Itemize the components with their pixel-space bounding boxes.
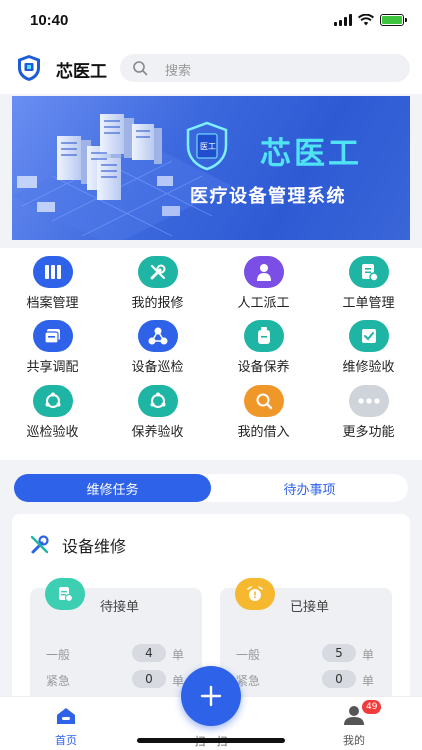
pending-title: 待接单 [100,600,140,615]
grid-label: 设备巡检 [131,360,184,375]
accepted-row-urgent: 紧急 0 单 [220,670,392,690]
grid-item-my-borrow[interactable]: 我的借入 [211,385,316,440]
home-indicator [137,738,285,743]
wifi-icon [358,14,374,26]
scan-button[interactable] [181,666,241,726]
grid-label: 档案管理 [26,296,79,311]
worker-icon [243,256,284,288]
banner[interactable]: 医工 芯医工 医疗设备管理系统 [12,96,410,240]
share-icon [32,320,73,352]
cycle-icon [137,385,178,417]
grid-label: 巡检验收 [26,425,79,440]
app-logo-icon [18,55,40,81]
nav-home-label: 首页 [55,734,77,747]
grid-item-manual-dispatch[interactable]: 人工派工 [211,256,316,311]
grid-label: 共享调配 [26,360,79,375]
pending-row-normal: 一般 4 单 [30,644,202,664]
grid-item-more[interactable]: 更多功能 [316,385,421,440]
alarm-clock-icon [235,578,275,610]
maintenance-icon [243,320,284,352]
accepted-row-normal: 一般 5 单 [220,644,392,664]
grid-item-maintenance[interactable]: 设备保养 [211,320,316,375]
status-icons [334,14,407,26]
pending-row-urgent: 紧急 0 单 [30,670,202,690]
cycle-icon [32,385,73,417]
grid-label: 工单管理 [342,296,395,311]
grid-item-repair-acceptance[interactable]: 维修验收 [316,320,421,375]
app-name: 芯医工 [56,62,107,82]
archive-icon [32,256,73,288]
grid-item-maintenance-acceptance[interactable]: 保养验收 [105,385,210,440]
banner-subtitle: 医疗设备管理系统 [190,186,346,207]
plus-icon [200,685,222,707]
status-time: 10:40 [30,12,69,29]
home-icon [57,708,75,724]
grid-label: 维修验收 [342,360,395,375]
more-icon [348,385,389,417]
row-label: 紧急 [46,674,71,688]
grid-item-inspection-acceptance[interactable]: 巡检验收 [0,385,105,440]
row-label: 一般 [46,648,71,662]
accepted-title: 已接单 [290,600,330,615]
grid-label: 人工派工 [237,296,290,311]
grid-label: 我的报修 [131,296,184,311]
row-unit: 单 [362,648,375,662]
checkbox-icon [348,320,389,352]
row-label: 一般 [236,648,261,662]
search-bar[interactable]: 搜索 [120,54,410,82]
row-unit: 单 [172,648,185,662]
signal-icon [334,14,352,26]
app-header: 芯医工 搜索 [0,44,422,94]
banner-title: 芯医工 [260,136,362,172]
notification-badge: 49 [362,700,382,714]
search-placeholder: 搜索 [165,64,192,79]
pending-order-icon [45,578,85,610]
row-count: 4 [132,644,166,662]
grid-item-archive[interactable]: 档案管理 [0,256,105,311]
workorder-icon [348,256,389,288]
nav-home[interactable]: 首页 [44,706,88,748]
status-bar: 10:40 [0,0,422,44]
nav-mine-label: 我的 [343,734,365,747]
row-count: 0 [132,670,166,688]
grid-label: 保养验收 [131,425,184,440]
banner-emblem-text: 医工 [200,142,216,151]
borrow-icon [243,385,284,417]
grid-item-workorder[interactable]: 工单管理 [316,256,421,311]
tab-todo-items[interactable]: 待办事项 [211,474,408,502]
grid-item-my-repair[interactable]: 我的报修 [105,256,210,311]
function-grid: 档案管理 我的报修 人工派工 工单管理 共享调配 设备巡检 设备保养 维修验收 … [0,248,422,460]
tools-icon [137,256,178,288]
row-count: 0 [322,670,356,688]
grid-label: 设备保养 [237,360,290,375]
grid-label: 更多功能 [342,425,395,440]
row-count: 5 [322,644,356,662]
grid-item-share[interactable]: 共享调配 [0,320,105,375]
card-title: 设备维修 [62,537,127,556]
grid-item-inspection[interactable]: 设备巡检 [105,320,210,375]
task-tabs: 维修任务 待办事项 [14,474,408,502]
grid-label: 我的借入 [237,425,290,440]
search-icon [133,61,148,76]
wrench-icon [30,535,49,554]
inspection-icon [137,320,178,352]
battery-icon [380,14,407,26]
row-unit: 单 [362,674,375,688]
tab-repair-tasks[interactable]: 维修任务 [14,474,211,502]
